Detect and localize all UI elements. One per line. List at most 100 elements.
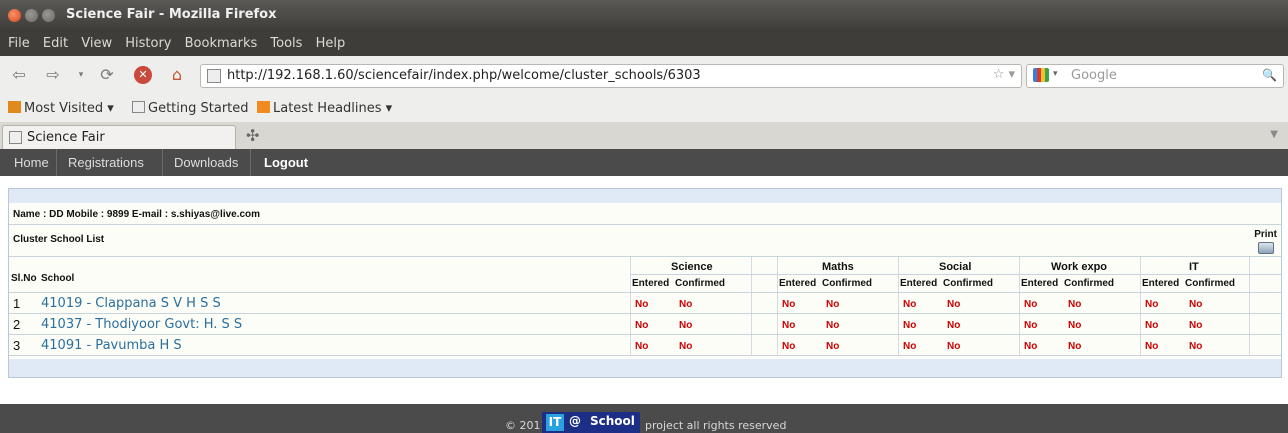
school-link[interactable]: 41091 - Pavumba H S: [41, 338, 182, 353]
row-divider: [9, 334, 1281, 335]
divider: [9, 292, 1281, 293]
row-number: 3: [13, 338, 21, 353]
user-info: Name : DD Mobile : 9899 E-mail : s.shiya…: [13, 209, 261, 220]
col-divider: [751, 257, 752, 355]
sub-confirmed: Confirmed: [1185, 278, 1235, 289]
col-school: School: [41, 273, 75, 284]
window-maximize-button[interactable]: [42, 9, 55, 22]
menu-view[interactable]: View: [81, 36, 112, 51]
row-number: 1: [13, 296, 21, 311]
sub-entered: Entered: [900, 278, 938, 289]
it-school-logo: IT @ School: [542, 412, 640, 433]
status-cell: No: [1024, 299, 1038, 310]
status-cell: No: [679, 341, 693, 352]
status-cell: No: [1024, 320, 1038, 331]
url-bar[interactable]: http://192.168.1.60/sciencefair/index.ph…: [200, 64, 1022, 88]
nav-logout[interactable]: Logout: [264, 155, 308, 170]
menu-tools[interactable]: Tools: [270, 36, 302, 51]
tab-label: Science Fair: [27, 130, 105, 145]
page-icon: [9, 131, 22, 144]
status-cell: No: [1145, 341, 1159, 352]
bookmarks-toolbar: Most Visited ▾ Getting Started Latest He…: [0, 94, 1288, 122]
panel-header-bar: [9, 189, 1281, 203]
reload-icon[interactable]: ⟳: [98, 66, 116, 84]
search-engine-icon[interactable]: [1033, 68, 1049, 82]
window-titlebar: Science Fair - Mozilla Firefox: [0, 0, 1288, 32]
nav-home[interactable]: Home: [14, 155, 49, 170]
status-cell: No: [947, 299, 961, 310]
nav-registrations[interactable]: Registrations: [68, 155, 144, 170]
sub-confirmed: Confirmed: [675, 278, 725, 289]
col-divider: [1019, 257, 1020, 355]
sub-confirmed: Confirmed: [822, 278, 872, 289]
sub-entered: Entered: [779, 278, 817, 289]
bookmark-most-visited[interactable]: Most Visited ▾: [8, 101, 114, 116]
site-nav: Home Registrations Downloads Logout: [0, 149, 1288, 176]
window-title: Science Fair - Mozilla Firefox: [66, 7, 277, 22]
status-cell: No: [635, 341, 649, 352]
search-engine-dropdown-icon[interactable]: ▾: [1053, 69, 1058, 79]
status-cell: No: [1068, 320, 1082, 331]
col-divider: [630, 257, 631, 355]
site-identity-icon[interactable]: [207, 69, 221, 83]
menu-help[interactable]: Help: [316, 36, 346, 51]
site-footer: © 2011 IT @ School project all rights re…: [0, 404, 1288, 433]
bookmark-star-icon[interactable]: ☆ ▾: [993, 67, 1015, 82]
sub-entered: Entered: [632, 278, 670, 289]
search-bar[interactable]: ▾ Google 🔍: [1026, 64, 1284, 88]
search-input[interactable]: Google: [1071, 68, 1117, 83]
window-close-button[interactable]: [8, 9, 21, 22]
rss-icon: [257, 101, 270, 113]
col-slno: Sl.No: [11, 273, 37, 284]
nav-divider: [56, 149, 57, 176]
panel-footer-bar: [9, 359, 1281, 377]
status-cell: No: [635, 320, 649, 331]
tab-science-fair[interactable]: Science Fair: [2, 125, 236, 150]
status-cell: No: [782, 341, 796, 352]
menu-bookmarks[interactable]: Bookmarks: [185, 36, 258, 51]
subject-science: Science: [671, 261, 713, 273]
forward-icon[interactable]: ⇨: [44, 66, 62, 84]
status-cell: No: [903, 341, 917, 352]
row-number: 2: [13, 317, 21, 332]
school-link[interactable]: 41019 - Clappana S V H S S: [41, 296, 221, 311]
page-content: Name : DD Mobile : 9899 E-mail : s.shiya…: [0, 176, 1288, 404]
col-divider: [898, 257, 899, 355]
menu-file[interactable]: File: [8, 36, 30, 51]
status-cell: No: [903, 299, 917, 310]
subject-social: Social: [939, 261, 972, 273]
row-divider: [9, 313, 1281, 314]
print-label: Print: [1254, 229, 1277, 240]
status-cell: No: [782, 320, 796, 331]
col-divider: [1249, 257, 1250, 355]
bookmark-latest-headlines[interactable]: Latest Headlines ▾: [257, 101, 392, 116]
print-button[interactable]: Print: [1254, 229, 1277, 254]
nav-downloads[interactable]: Downloads: [174, 155, 238, 170]
back-icon[interactable]: ⇦: [10, 66, 28, 84]
window-minimize-button[interactable]: [25, 9, 38, 22]
url-text[interactable]: http://192.168.1.60/sciencefair/index.ph…: [227, 68, 701, 83]
sub-entered: Entered: [1142, 278, 1180, 289]
menu-history[interactable]: History: [125, 36, 171, 51]
stop-icon[interactable]: ✕: [134, 66, 152, 84]
school-link[interactable]: 41037 - Thodiyoor Govt: H. S S: [41, 317, 242, 332]
subject-maths: Maths: [822, 261, 854, 273]
tab-list-icon[interactable]: ▼: [1270, 129, 1278, 140]
printer-icon: [1257, 242, 1274, 254]
folder-icon: [8, 101, 21, 113]
status-cell: No: [1189, 320, 1203, 331]
tab-strip: Science Fair: [0, 122, 1288, 150]
divider: [9, 224, 1281, 225]
status-cell: No: [903, 320, 917, 331]
new-tab-icon[interactable]: ✣: [246, 126, 259, 145]
history-dropdown-icon[interactable]: ▾: [72, 66, 90, 84]
status-cell: No: [947, 320, 961, 331]
menu-edit[interactable]: Edit: [43, 36, 68, 51]
home-icon[interactable]: ⌂: [168, 66, 186, 84]
status-cell: No: [1189, 299, 1203, 310]
bookmark-getting-started[interactable]: Getting Started: [132, 101, 249, 116]
status-cell: No: [826, 341, 840, 352]
search-go-icon[interactable]: 🔍: [1262, 68, 1277, 82]
status-cell: No: [947, 341, 961, 352]
divider: [9, 256, 1281, 257]
